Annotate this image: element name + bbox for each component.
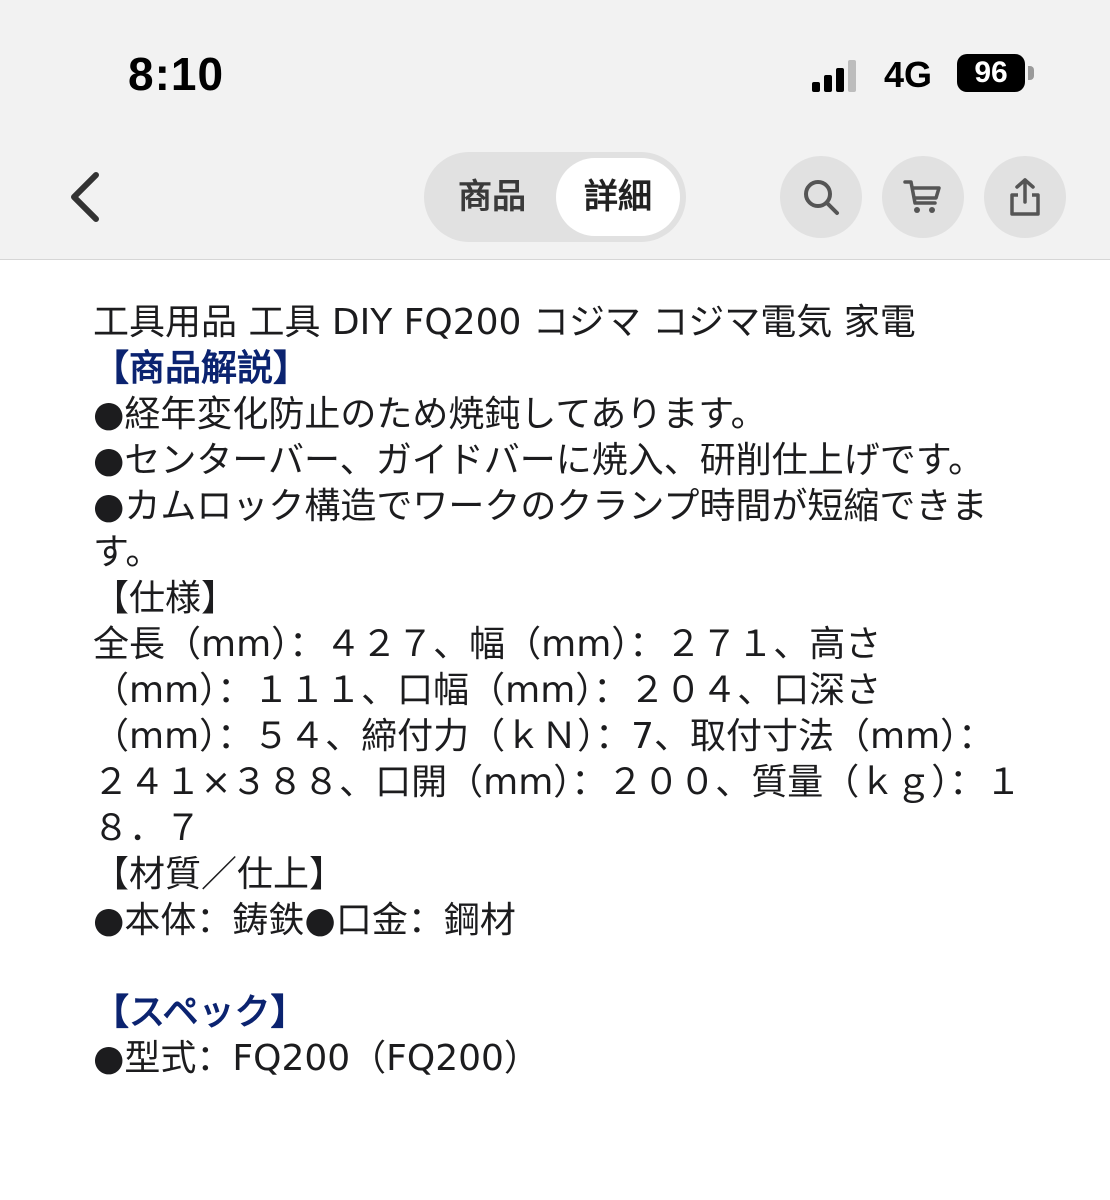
bullet-hardening: ●センターバー、ガイドバーに焼入、研削仕上げです。: [93, 440, 985, 481]
tab-details[interactable]: 詳細: [556, 158, 680, 236]
search-icon: [804, 180, 839, 215]
battery-indicator: 96: [957, 54, 1025, 92]
spec-heading: 【仕様】: [93, 578, 238, 619]
model-line: ●型式：FQ200（FQ200）: [93, 1038, 540, 1079]
back-button[interactable]: [60, 168, 112, 226]
back-chevron-icon: [71, 172, 99, 222]
share-icon: [1010, 178, 1040, 216]
battery-cap: [1028, 66, 1034, 80]
status-time: 8:10: [128, 48, 225, 100]
network-type: 4G: [884, 54, 933, 95]
section-heading-spec: 【スペック】: [93, 992, 307, 1033]
product-description: 工具用品 工具 DIY FQ200 コジマ コジマ電気 家電 【商品解説】 ●経…: [93, 300, 1023, 1082]
keywords-line: 工具用品 工具 DIY FQ200 コジマ コジマ電気 家電: [93, 302, 916, 343]
material-text: ●本体：鋳鉄●口金：鋼材: [93, 900, 516, 941]
search-button[interactable]: [780, 156, 862, 238]
cellular-signal-icon: [812, 60, 856, 92]
top-bar: 8:10 4G 96 商品 詳細: [0, 0, 1110, 260]
bullet-camlock: ●カムロック構造でワークのクランプ時間が短縮できます。: [93, 486, 988, 573]
share-button[interactable]: [984, 156, 1066, 238]
spec-text: 全長（mm）：４２７、幅（mm）：２７１、高さ（mm）：１１１、口幅（mm）：２…: [93, 624, 1022, 849]
material-heading: 【材質／仕上】: [93, 854, 346, 895]
bullet-annealing: ●経年変化防止のため焼鈍してあります。: [93, 394, 767, 435]
cart-icon: [903, 180, 941, 213]
cart-button[interactable]: [882, 156, 964, 238]
section-heading-product-explanation: 【商品解説】: [93, 348, 310, 389]
product-detail-tab-switch: 商品 詳細: [424, 152, 686, 242]
tab-product[interactable]: 商品: [430, 158, 554, 236]
